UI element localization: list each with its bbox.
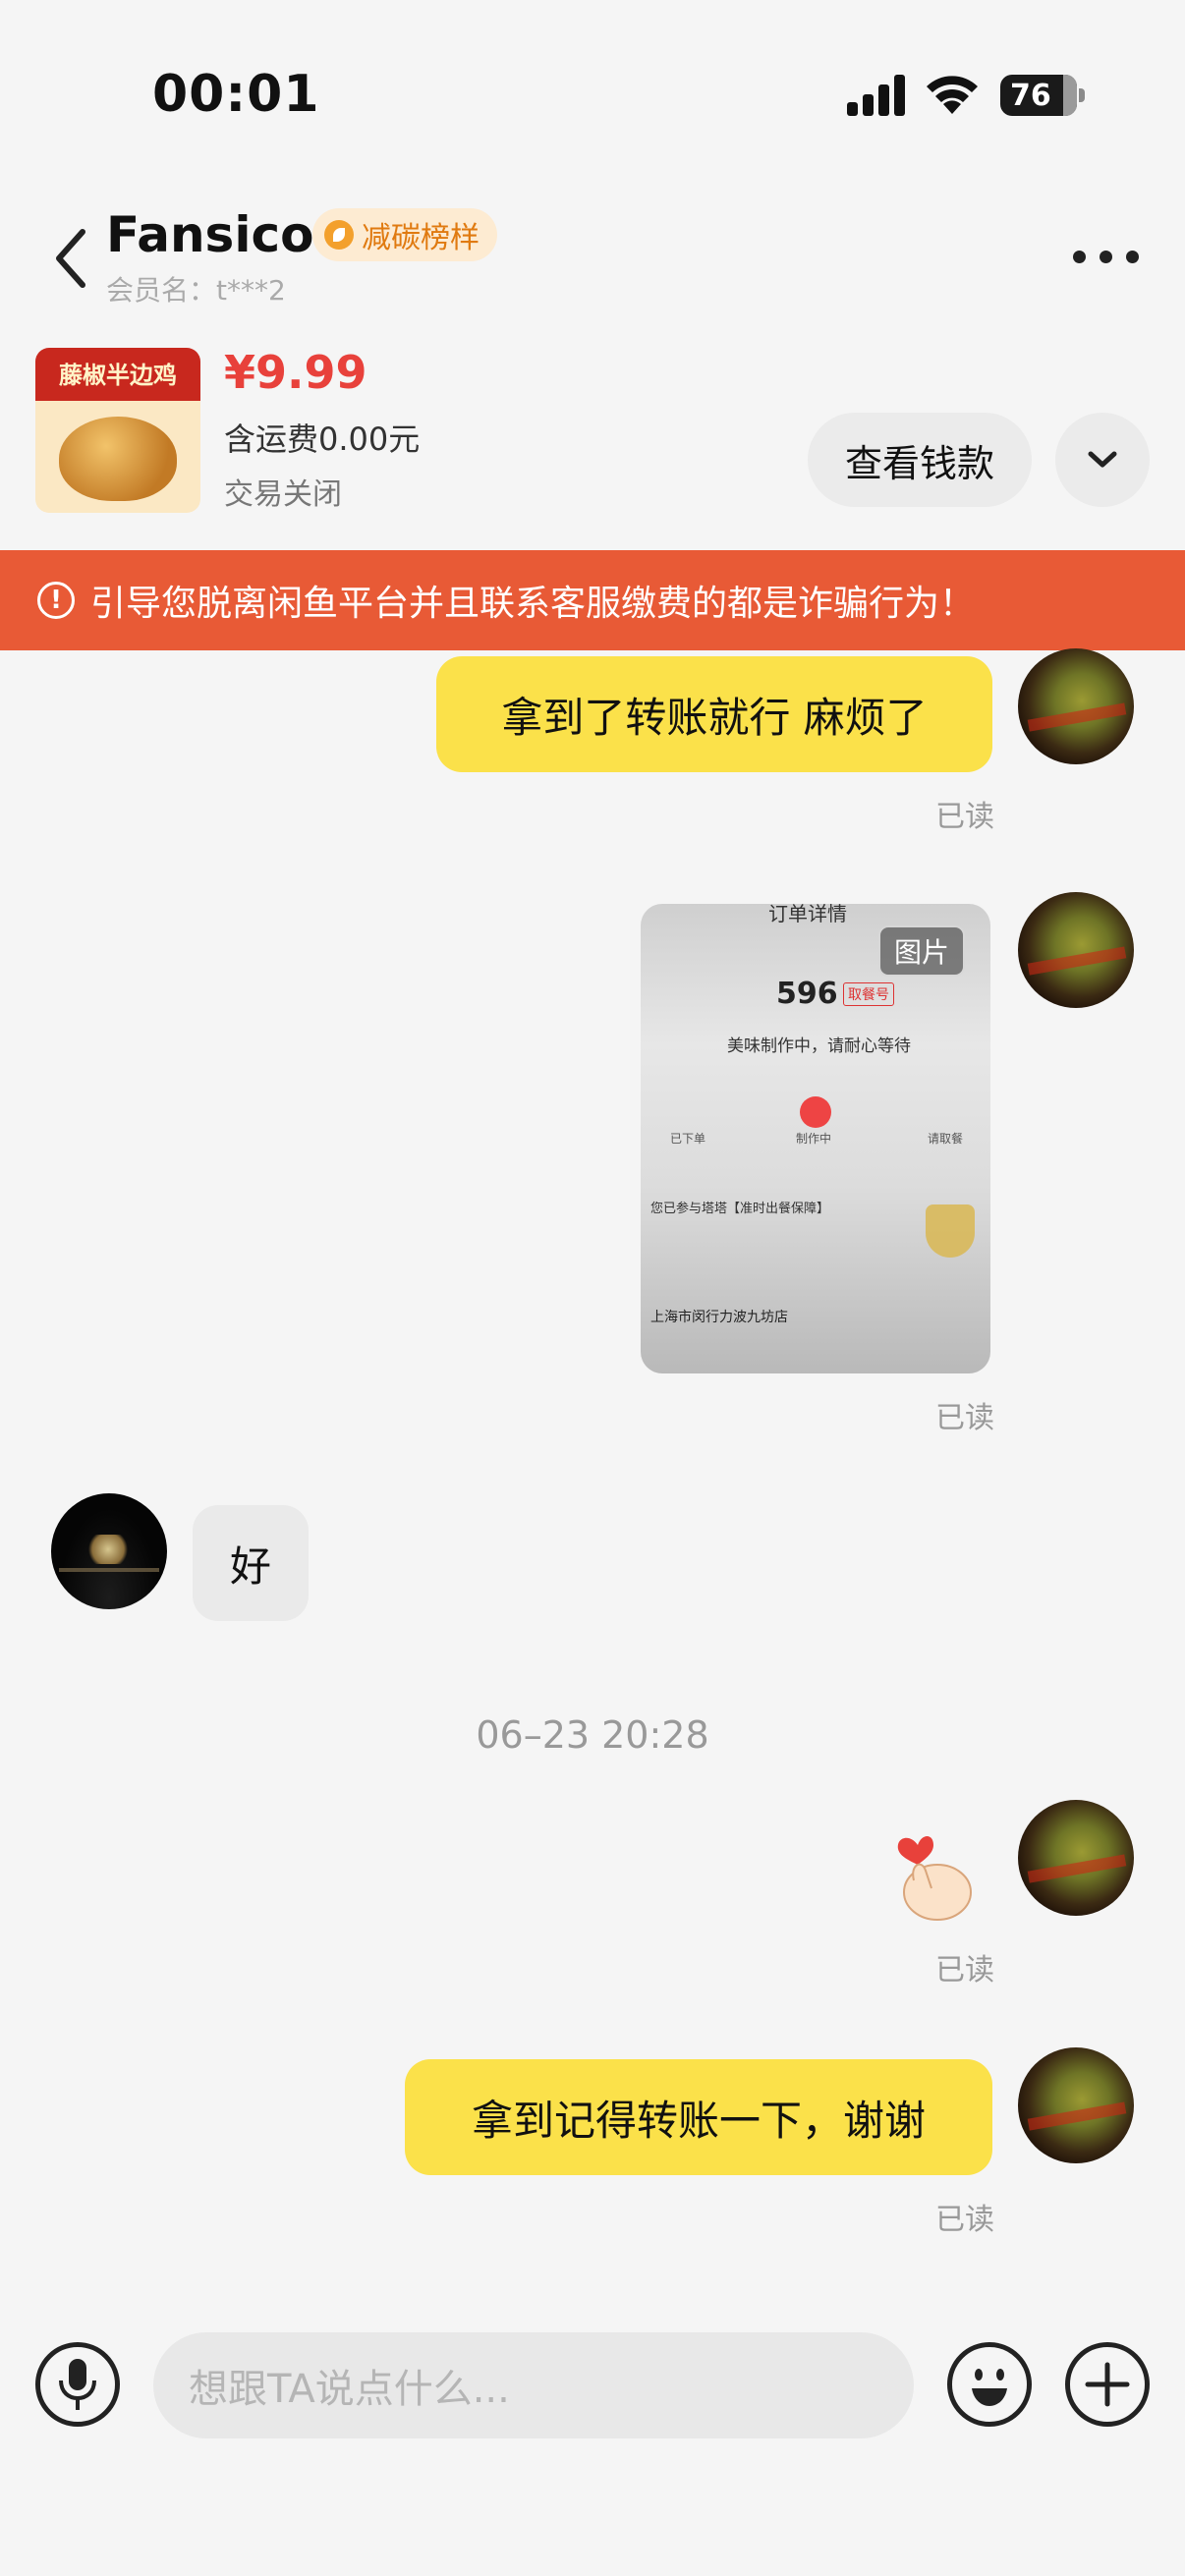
- read-receipt: 已读: [935, 1401, 994, 1435]
- microphone-icon: [59, 2359, 96, 2410]
- image-message[interactable]: 订单详情 图片 596 取餐号 美味制作中，请耐心等待 已下单 制作中 请取餐 …: [641, 904, 990, 1373]
- deal-status: 交易关闭: [224, 477, 342, 512]
- input-bar: 想跟TA说点什么...: [0, 2317, 1185, 2464]
- message-bubble-received[interactable]: 好: [193, 1505, 309, 1621]
- warning-text: 引导您脱离闲鱼平台并且联系客服缴费的都是诈骗行为！: [90, 584, 976, 624]
- fraud-warning-banner: ! 引导您脱离闲鱼平台并且联系客服缴费的都是诈骗行为！: [0, 550, 1185, 650]
- leaf-icon: [324, 220, 354, 250]
- my-avatar[interactable]: [1018, 2047, 1134, 2163]
- plus-button[interactable]: [1065, 2342, 1150, 2427]
- battery-level: 76: [1010, 78, 1051, 113]
- more-options-icon[interactable]: [1073, 242, 1142, 271]
- shield-icon: [926, 1204, 975, 1258]
- image-content-title: 订单详情: [768, 904, 847, 925]
- message-bubble-sent[interactable]: 拿到记得转账一下，谢谢: [405, 2059, 992, 2175]
- shipping-fee: 含运费0.00元: [224, 420, 421, 458]
- image-step: 请取餐: [928, 1132, 964, 1146]
- image-number-tag: 取餐号: [843, 982, 894, 1006]
- finger-heart-sticker-icon[interactable]: [888, 1823, 975, 1924]
- chat-header: Fansico 减碳榜样 会员名：t***2: [0, 187, 1185, 324]
- back-arrow-icon[interactable]: [49, 224, 92, 293]
- wifi-icon: [927, 76, 978, 114]
- message-input[interactable]: 想跟TA说点什么...: [153, 2332, 914, 2438]
- read-receipt: 已读: [935, 800, 994, 834]
- roast-chicken-image: [59, 417, 177, 501]
- warning-icon: !: [37, 582, 75, 619]
- carbon-badge[interactable]: 减碳榜样: [312, 208, 497, 261]
- member-name: 会员名：t***2: [106, 274, 286, 307]
- emoji-button[interactable]: [947, 2342, 1032, 2427]
- my-avatar[interactable]: [1018, 648, 1134, 764]
- image-tag: 图片: [877, 925, 965, 977]
- read-receipt: 已读: [935, 2203, 994, 2237]
- battery-icon: 76: [1000, 75, 1085, 116]
- plus-icon: [1085, 2362, 1130, 2407]
- chat-title[interactable]: Fansico: [106, 206, 313, 263]
- badge-label: 减碳榜样: [362, 221, 480, 255]
- status-time: 00:01: [152, 65, 320, 124]
- other-user-avatar[interactable]: [51, 1493, 167, 1609]
- view-payment-button[interactable]: 查看钱款: [808, 413, 1032, 507]
- status-bar: 00:01 76: [0, 0, 1185, 187]
- cellular-signal-icon: [847, 75, 908, 116]
- chevron-down-icon: [1088, 451, 1117, 468]
- my-avatar[interactable]: [1018, 1800, 1134, 1916]
- image-step: 制作中: [796, 1132, 832, 1146]
- image-order-number: 596: [776, 977, 838, 1011]
- image-paragraph: 您已参与塔塔【准时出餐保障】: [650, 1202, 830, 1216]
- product-card[interactable]: 藤椒半边鸡 ¥9.99 含运费0.00元 交易关闭 查看钱款: [0, 334, 1185, 540]
- smiley-icon: [972, 2369, 1007, 2406]
- product-thumbnail[interactable]: 藤椒半边鸡: [35, 348, 200, 513]
- voice-button[interactable]: [35, 2342, 120, 2427]
- image-status-line: 美味制作中，请耐心等待: [727, 1036, 911, 1056]
- expand-button[interactable]: [1055, 413, 1150, 507]
- read-receipt: 已读: [935, 1953, 994, 1988]
- image-step: 已下单: [670, 1132, 706, 1146]
- chat-timestamp: 06–23 20:28: [476, 1713, 709, 1757]
- my-avatar[interactable]: [1018, 892, 1134, 1008]
- image-step-dot: [800, 1096, 831, 1128]
- thumbnail-title: 藤椒半边鸡: [59, 362, 177, 389]
- product-price: ¥9.99: [224, 346, 367, 399]
- image-store-name: 上海市闵行力波九坊店: [650, 1310, 788, 1325]
- message-bubble-sent[interactable]: 拿到了转账就行 麻烦了: [436, 656, 992, 772]
